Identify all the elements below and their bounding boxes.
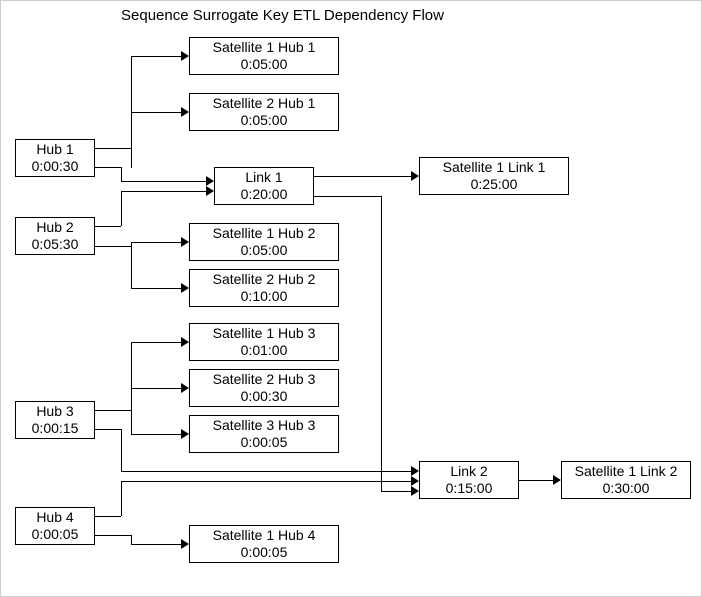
node-sat1hub1: Satellite 1 Hub 1 0:05:00 — [189, 37, 339, 75]
connector — [131, 56, 181, 57]
arrow-icon — [181, 283, 189, 293]
node-sat2hub1: Satellite 2 Hub 1 0:05:00 — [189, 93, 339, 131]
node-sat1hub4: Satellite 1 Hub 4 0:00:05 — [189, 525, 339, 563]
node-label: Satellite 2 Hub 2 — [213, 271, 316, 288]
node-time: 0:10:00 — [241, 288, 288, 305]
connector — [95, 167, 121, 168]
connector — [121, 181, 206, 182]
node-link2: Link 2 0:15:00 — [419, 461, 519, 499]
node-time: 0:01:00 — [241, 342, 288, 359]
connector — [314, 176, 411, 177]
connector — [121, 481, 122, 516]
node-hub4: Hub 4 0:00:05 — [15, 507, 95, 545]
arrow-icon — [206, 186, 214, 196]
node-link1: Link 1 0:20:00 — [214, 167, 314, 205]
diagram-canvas: { "title": "Sequence Surrogate Key ETL D… — [0, 0, 702, 597]
connector — [314, 196, 381, 197]
connector — [131, 535, 132, 544]
arrow-icon — [206, 176, 214, 186]
node-time: 0:15:00 — [446, 480, 493, 497]
node-time: 0:05:00 — [241, 56, 288, 73]
node-sat2hub3: Satellite 2 Hub 3 0:00:30 — [189, 369, 339, 407]
connector — [95, 429, 121, 430]
arrow-icon — [411, 486, 419, 496]
node-time: 0:00:05 — [241, 434, 288, 451]
arrow-icon — [411, 466, 419, 476]
arrow-icon — [411, 171, 419, 181]
node-label: Satellite 3 Hub 3 — [213, 417, 316, 434]
node-sat1hub3: Satellite 1 Hub 3 0:01:00 — [189, 323, 339, 361]
arrow-icon — [181, 337, 189, 347]
connector — [381, 491, 411, 492]
node-time: 0:30:00 — [603, 480, 650, 497]
connector — [381, 196, 382, 491]
node-time: 0:00:05 — [241, 544, 288, 561]
node-label: Satellite 1 Hub 3 — [213, 325, 316, 342]
node-sat1link1: Satellite 1 Link 1 0:25:00 — [419, 157, 569, 195]
arrow-icon — [181, 429, 189, 439]
connector — [95, 535, 131, 536]
node-label: Hub 2 — [36, 219, 73, 236]
node-sat1link2: Satellite 1 Link 2 0:30:00 — [561, 461, 691, 499]
node-label: Satellite 2 Hub 1 — [213, 95, 316, 112]
connector — [131, 288, 181, 289]
node-time: 0:05:30 — [32, 236, 79, 253]
connector — [131, 242, 132, 288]
node-sat1hub2: Satellite 1 Hub 2 0:05:00 — [189, 223, 339, 261]
node-hub3: Hub 3 0:00:15 — [15, 401, 95, 439]
node-hub2: Hub 2 0:05:30 — [15, 217, 95, 255]
connector — [121, 191, 122, 226]
node-time: 0:20:00 — [241, 186, 288, 203]
arrow-icon — [553, 475, 561, 485]
connector — [131, 434, 181, 435]
connector — [121, 471, 411, 472]
node-label: Hub 1 — [36, 141, 73, 158]
node-label: Satellite 2 Hub 3 — [213, 371, 316, 388]
arrow-icon — [181, 51, 189, 61]
node-sat3hub3: Satellite 3 Hub 3 0:00:05 — [189, 415, 339, 453]
node-label: Link 1 — [245, 169, 282, 186]
node-time: 0:05:00 — [241, 112, 288, 129]
arrow-icon — [411, 476, 419, 486]
node-time: 0:00:15 — [32, 420, 79, 437]
node-sat2hub2: Satellite 2 Hub 2 0:10:00 — [189, 269, 339, 307]
node-hub1: Hub 1 0:00:30 — [15, 139, 95, 177]
node-label: Satellite 1 Hub 1 — [213, 39, 316, 56]
connector — [95, 148, 131, 149]
node-label: Satellite 1 Link 2 — [575, 463, 678, 480]
connector — [95, 410, 131, 411]
node-label: Link 2 — [450, 463, 487, 480]
node-label: Satellite 1 Hub 2 — [213, 225, 316, 242]
connector — [519, 480, 553, 481]
connector — [121, 429, 122, 471]
node-time: 0:25:00 — [471, 176, 518, 193]
node-label: Hub 3 — [36, 403, 73, 420]
node-label: Hub 4 — [36, 509, 73, 526]
connector — [131, 342, 181, 343]
connector — [121, 167, 122, 181]
arrow-icon — [181, 237, 189, 247]
connector — [131, 544, 181, 545]
connector — [121, 481, 411, 482]
node-time: 0:00:30 — [241, 388, 288, 405]
connector — [95, 246, 131, 247]
connector — [131, 388, 181, 389]
node-time: 0:00:30 — [32, 158, 79, 175]
node-time: 0:05:00 — [241, 242, 288, 259]
arrow-icon — [181, 539, 189, 549]
diagram-title: Sequence Surrogate Key ETL Dependency Fl… — [121, 7, 444, 24]
node-label: Satellite 1 Hub 4 — [213, 527, 316, 544]
connector — [95, 516, 121, 517]
arrow-icon — [181, 107, 189, 117]
node-time: 0:00:05 — [32, 526, 79, 543]
node-label: Satellite 1 Link 1 — [443, 159, 546, 176]
arrow-icon — [181, 383, 189, 393]
connector — [131, 242, 181, 243]
connector — [131, 112, 181, 113]
connector — [121, 191, 206, 192]
connector — [95, 226, 121, 227]
